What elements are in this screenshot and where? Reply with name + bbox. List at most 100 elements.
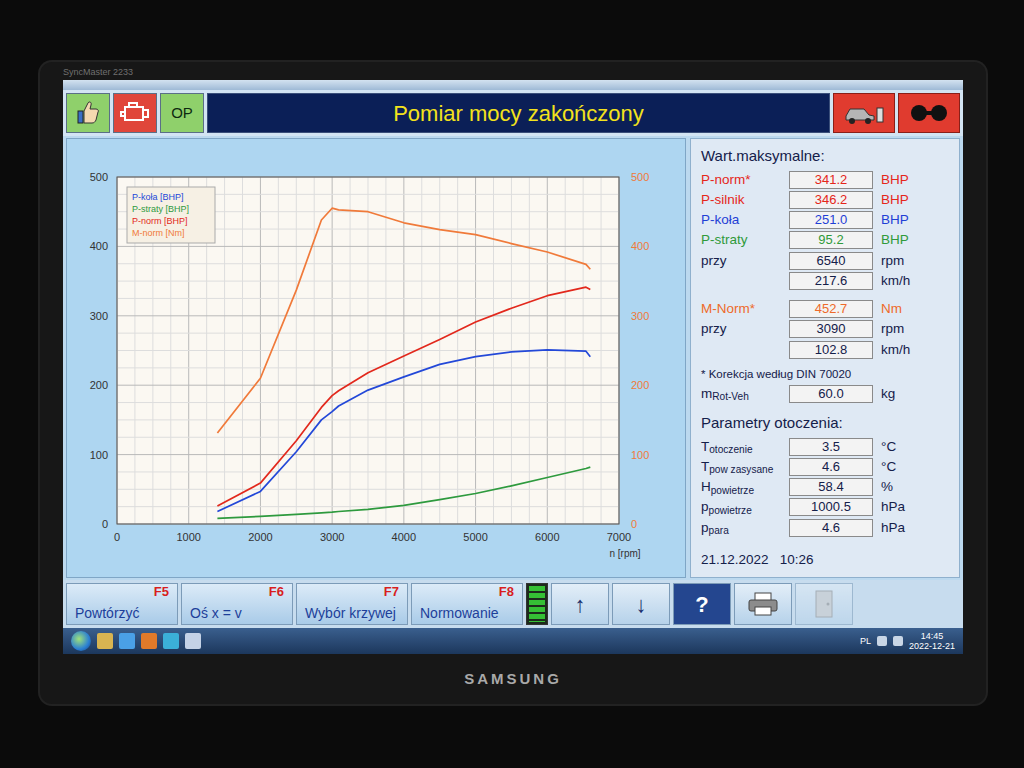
key-code: F6 (269, 585, 284, 599)
key-code: F7 (384, 585, 399, 599)
y-left-tick: 400 (90, 240, 108, 252)
y-right-tick: 100 (631, 449, 649, 461)
param-unit: °C (881, 437, 949, 457)
taskbar-app-icon[interactable] (141, 633, 157, 649)
battery-fill (529, 586, 545, 622)
value-label: P-norm* (701, 170, 781, 190)
clock[interactable]: 14:452022-12-21 (909, 631, 955, 651)
taskbar-app-icon[interactable] (185, 633, 201, 649)
value-unit: rpm (881, 319, 949, 339)
value-unit: Nm (881, 299, 949, 319)
legend-entry: P-straty [BHP] (132, 204, 189, 214)
param-value: 4.6 (789, 519, 873, 537)
arrow-button[interactable]: ↓ (612, 583, 670, 625)
tray-icon[interactable] (877, 636, 887, 646)
value-row: 102.8km/h (701, 340, 949, 360)
y-left-tick: 200 (90, 379, 108, 391)
value-row: P-koła251.0BHP (701, 210, 949, 230)
help-button[interactable]: ? (673, 583, 731, 625)
rollers-button[interactable] (898, 93, 960, 133)
value-row: 217.6km/h (701, 271, 949, 291)
screen: OPPomiar mocy zakończony 010002000300040… (63, 80, 963, 654)
param-row: Totoczenie 3.5 °C (701, 437, 949, 457)
value-row: P-straty95.2BHP (701, 230, 949, 250)
param-label: Hpowietrze (701, 477, 781, 497)
taskbar-app-icon[interactable] (163, 633, 179, 649)
printer-icon (746, 590, 780, 618)
value-label: M-Norm* (701, 299, 781, 319)
x-tick: 2000 (248, 531, 272, 543)
volume-icon[interactable] (893, 636, 903, 646)
series-line (217, 208, 590, 433)
x-tick: 6000 (535, 531, 559, 543)
value-box: 452.7 (789, 300, 873, 318)
value-row: M-Norm* 452.7 Nm (701, 299, 949, 319)
value-unit: BHP (881, 190, 949, 210)
taskbar-app-icon[interactable] (97, 633, 113, 649)
param-label: Totoczenie (701, 437, 781, 457)
param-symbol: p (701, 520, 709, 535)
ok-button[interactable] (66, 93, 110, 133)
value-label: P-straty (701, 230, 781, 250)
param-row: Hpowietrze58.4% (701, 477, 949, 497)
param-value: 60.0 (789, 385, 873, 403)
param-symbol: p (701, 499, 709, 514)
param-label: mRot-Veh (701, 384, 781, 404)
value-label: przy (701, 251, 781, 271)
dyno-car-button[interactable] (833, 93, 895, 133)
param-row: ppowietrze 1000.5 hPa (701, 497, 949, 517)
ambient-title: Parametry otoczenia: (701, 412, 949, 435)
key-label: Oś x = v (190, 605, 284, 622)
language-indicator[interactable]: PL (860, 636, 871, 646)
y-left-tick: 0 (102, 518, 108, 530)
clock-time: 14:45 (921, 631, 944, 641)
x-tick: 7000 (607, 531, 631, 543)
param-value: 3.5 (789, 438, 873, 456)
function-key[interactable]: F8 Normowanie (411, 583, 523, 625)
param-value: 1000.5 (789, 498, 873, 516)
engine-button[interactable] (113, 93, 157, 133)
x-axis-label: n [rpm] (609, 548, 640, 559)
function-key[interactable]: F5Powtórzyć (66, 583, 178, 625)
values-panel: Wart.maksymalne:P-norm*341.2BHPP-silnik3… (690, 138, 960, 578)
x-tick: 3000 (320, 531, 344, 543)
param-symbol: H (701, 479, 711, 494)
value-row: P-silnik346.2BHP (701, 190, 949, 210)
value-box: 6540 (789, 252, 873, 270)
key-code: F8 (499, 585, 514, 599)
car-on-dyno-icon (842, 98, 886, 128)
y-left-tick: 300 (90, 310, 108, 322)
key-label: Wybór krzywej (305, 605, 399, 622)
series-group (217, 208, 590, 433)
value-row: przy 6540 rpm (701, 251, 949, 271)
y-right-tick: 200 (631, 379, 649, 391)
y-right-tick: 300 (631, 310, 649, 322)
y-left-tick: 500 (90, 171, 108, 183)
param-sub: powietrze (709, 505, 752, 516)
legend-entry: M-norm [Nm] (132, 228, 185, 238)
param-label: ppara (701, 518, 781, 538)
value-box: 217.6 (789, 272, 873, 290)
function-key[interactable]: F6 Oś x = v (181, 583, 293, 625)
param-unit: hPa (881, 518, 949, 538)
value-unit: BHP (881, 210, 949, 230)
value-unit: rpm (881, 251, 949, 271)
param-sub: otoczenie (709, 444, 752, 455)
param-symbol: m (701, 386, 712, 401)
param-unit: °C (881, 457, 949, 477)
param-row: mRot-Veh60.0kg (701, 384, 949, 404)
key-label: Normowanie (420, 605, 514, 622)
key-label: Powtórzyć (75, 605, 169, 622)
param-sub: pow zasysane (709, 464, 773, 475)
print-button[interactable] (734, 583, 792, 625)
clock-date: 2022-12-21 (909, 641, 955, 651)
status-button[interactable]: OP (160, 93, 204, 133)
correction-note: * Korekcja według DIN 70020 (701, 366, 949, 384)
taskbar-app-icon[interactable] (119, 633, 135, 649)
function-key[interactable]: F7 Wybór krzywej (296, 583, 408, 625)
arrow-button[interactable]: ↑ (551, 583, 609, 625)
value-box: 95.2 (789, 231, 873, 249)
series-group (217, 350, 590, 512)
param-unit: hPa (881, 497, 949, 517)
start-button[interactable] (71, 631, 91, 651)
